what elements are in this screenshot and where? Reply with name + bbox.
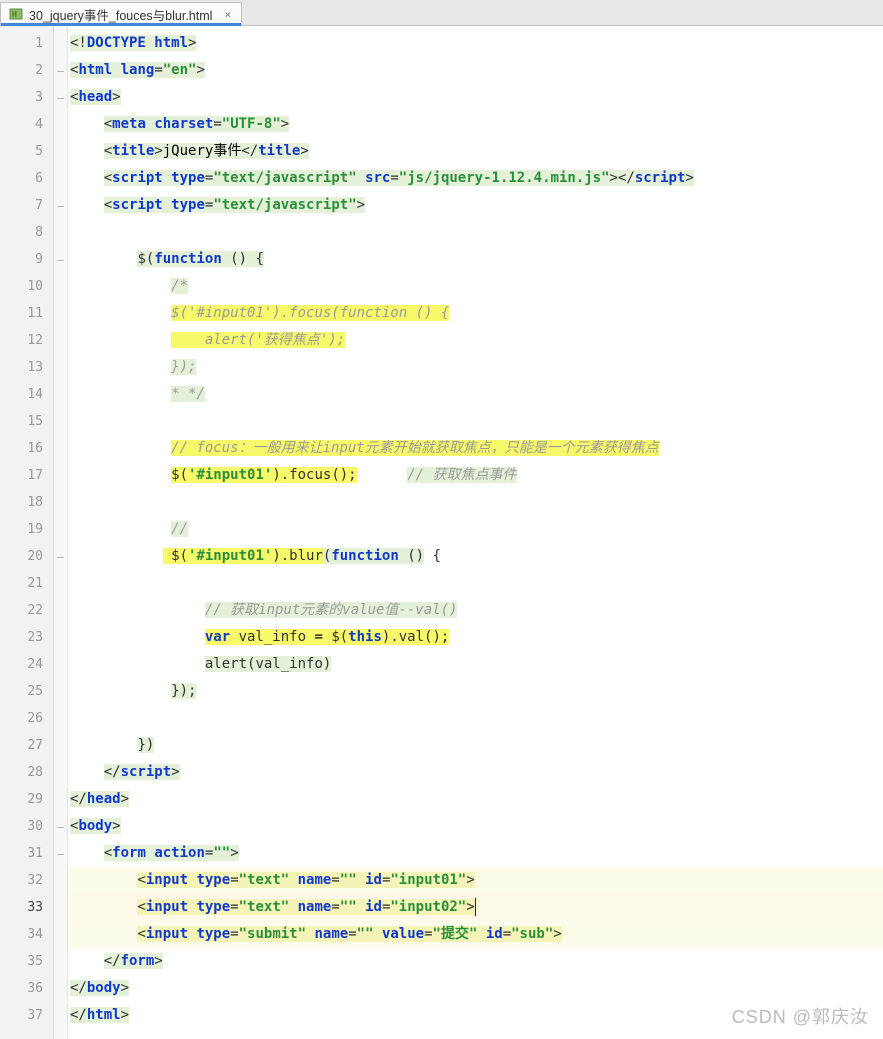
line-number: 8	[0, 219, 53, 246]
line-number: 11	[0, 300, 53, 327]
code-line: <html lang="en">	[68, 57, 883, 84]
line-number: 34	[0, 921, 53, 948]
code-line: </body>	[68, 975, 883, 1002]
code-line: $('#input01').blur(function () {	[68, 543, 883, 570]
line-number: 10	[0, 273, 53, 300]
code-line: /*	[68, 273, 883, 300]
line-number: 15	[0, 408, 53, 435]
code-line: alert(val_info)	[68, 651, 883, 678]
code-editor[interactable]: 1 2 3 4 5 6 7 8 9 10 11 12 13 14 15 16 1…	[0, 26, 883, 1039]
line-number: 30	[0, 813, 53, 840]
line-number: 26	[0, 705, 53, 732]
line-number: 37	[0, 1002, 53, 1029]
fold-gutter	[54, 26, 68, 1039]
line-number: 1	[0, 30, 53, 57]
file-tab[interactable]: H 30_jquery事件_fouces与blur.html ×	[0, 2, 242, 25]
code-line: <meta charset="UTF-8">	[68, 111, 883, 138]
line-number: 13	[0, 354, 53, 381]
code-line: </script>	[68, 759, 883, 786]
line-number: 29	[0, 786, 53, 813]
line-number: 3	[0, 84, 53, 111]
code-line: </form>	[68, 948, 883, 975]
code-line: // 获取input元素的value值--val()	[68, 597, 883, 624]
line-number: 12	[0, 327, 53, 354]
line-number: 6	[0, 165, 53, 192]
line-number: 9	[0, 246, 53, 273]
code-line: $('#input01').focus(function () {	[68, 300, 883, 327]
code-line: <head>	[68, 84, 883, 111]
code-line: <title>jQuery事件</title>	[68, 138, 883, 165]
code-line: <body>	[68, 813, 883, 840]
code-line	[68, 705, 883, 732]
code-line: });	[68, 678, 883, 705]
line-number: 35	[0, 948, 53, 975]
tab-bar: H 30_jquery事件_fouces与blur.html ×	[0, 0, 883, 26]
line-number: 36	[0, 975, 53, 1002]
line-number: 2	[0, 57, 53, 84]
code-line: <!DOCTYPE html>	[68, 30, 883, 57]
line-number: 21	[0, 570, 53, 597]
svg-text:H: H	[12, 10, 17, 19]
code-line: //	[68, 516, 883, 543]
line-number: 31	[0, 840, 53, 867]
code-line: $(function () {	[68, 246, 883, 273]
line-number: 25	[0, 678, 53, 705]
line-number: 24	[0, 651, 53, 678]
code-line: <script type="text/javascript" src="js/j…	[68, 165, 883, 192]
line-number: 20	[0, 543, 53, 570]
line-number: 5	[0, 138, 53, 165]
code-line	[68, 219, 883, 246]
watermark: CSDN @郭庆汝	[732, 1003, 869, 1029]
code-line: })	[68, 732, 883, 759]
line-number: 18	[0, 489, 53, 516]
line-number: 23	[0, 624, 53, 651]
code-line: <input type="text" name="" id="input01">	[68, 867, 883, 894]
code-line: <input type="submit" name="" value="提交" …	[68, 921, 883, 948]
line-number: 4	[0, 111, 53, 138]
code-line	[68, 408, 883, 435]
code-line: </head>	[68, 786, 883, 813]
close-icon[interactable]: ×	[224, 8, 231, 21]
code-line	[68, 489, 883, 516]
code-line: });	[68, 354, 883, 381]
code-line: <form action="">	[68, 840, 883, 867]
line-number: 14	[0, 381, 53, 408]
line-number: 28	[0, 759, 53, 786]
code-line-active: <input type="text" name="" id="input02">	[68, 894, 883, 921]
line-number: 33	[0, 894, 53, 921]
code-line: $('#input01').focus(); // 获取焦点事件	[68, 462, 883, 489]
line-number: 27	[0, 732, 53, 759]
line-number: 17	[0, 462, 53, 489]
code-line: alert('获得焦点');	[68, 327, 883, 354]
line-number-gutter: 1 2 3 4 5 6 7 8 9 10 11 12 13 14 15 16 1…	[0, 26, 54, 1039]
line-number: 19	[0, 516, 53, 543]
line-number: 7	[0, 192, 53, 219]
code-content[interactable]: <!DOCTYPE html> <html lang="en"> <head> …	[68, 26, 883, 1039]
text-caret	[475, 898, 476, 916]
line-number: 22	[0, 597, 53, 624]
code-line: var val_info = $(this).val();	[68, 624, 883, 651]
code-line: <script type="text/javascript">	[68, 192, 883, 219]
code-line: * */	[68, 381, 883, 408]
code-line	[68, 570, 883, 597]
code-line: // focus：一般用来让input元素开始就获取焦点，只能是一个元素获得焦点	[68, 435, 883, 462]
html-file-icon: H	[9, 7, 23, 21]
line-number: 32	[0, 867, 53, 894]
line-number: 16	[0, 435, 53, 462]
tab-filename: 30_jquery事件_fouces与blur.html	[29, 5, 212, 24]
